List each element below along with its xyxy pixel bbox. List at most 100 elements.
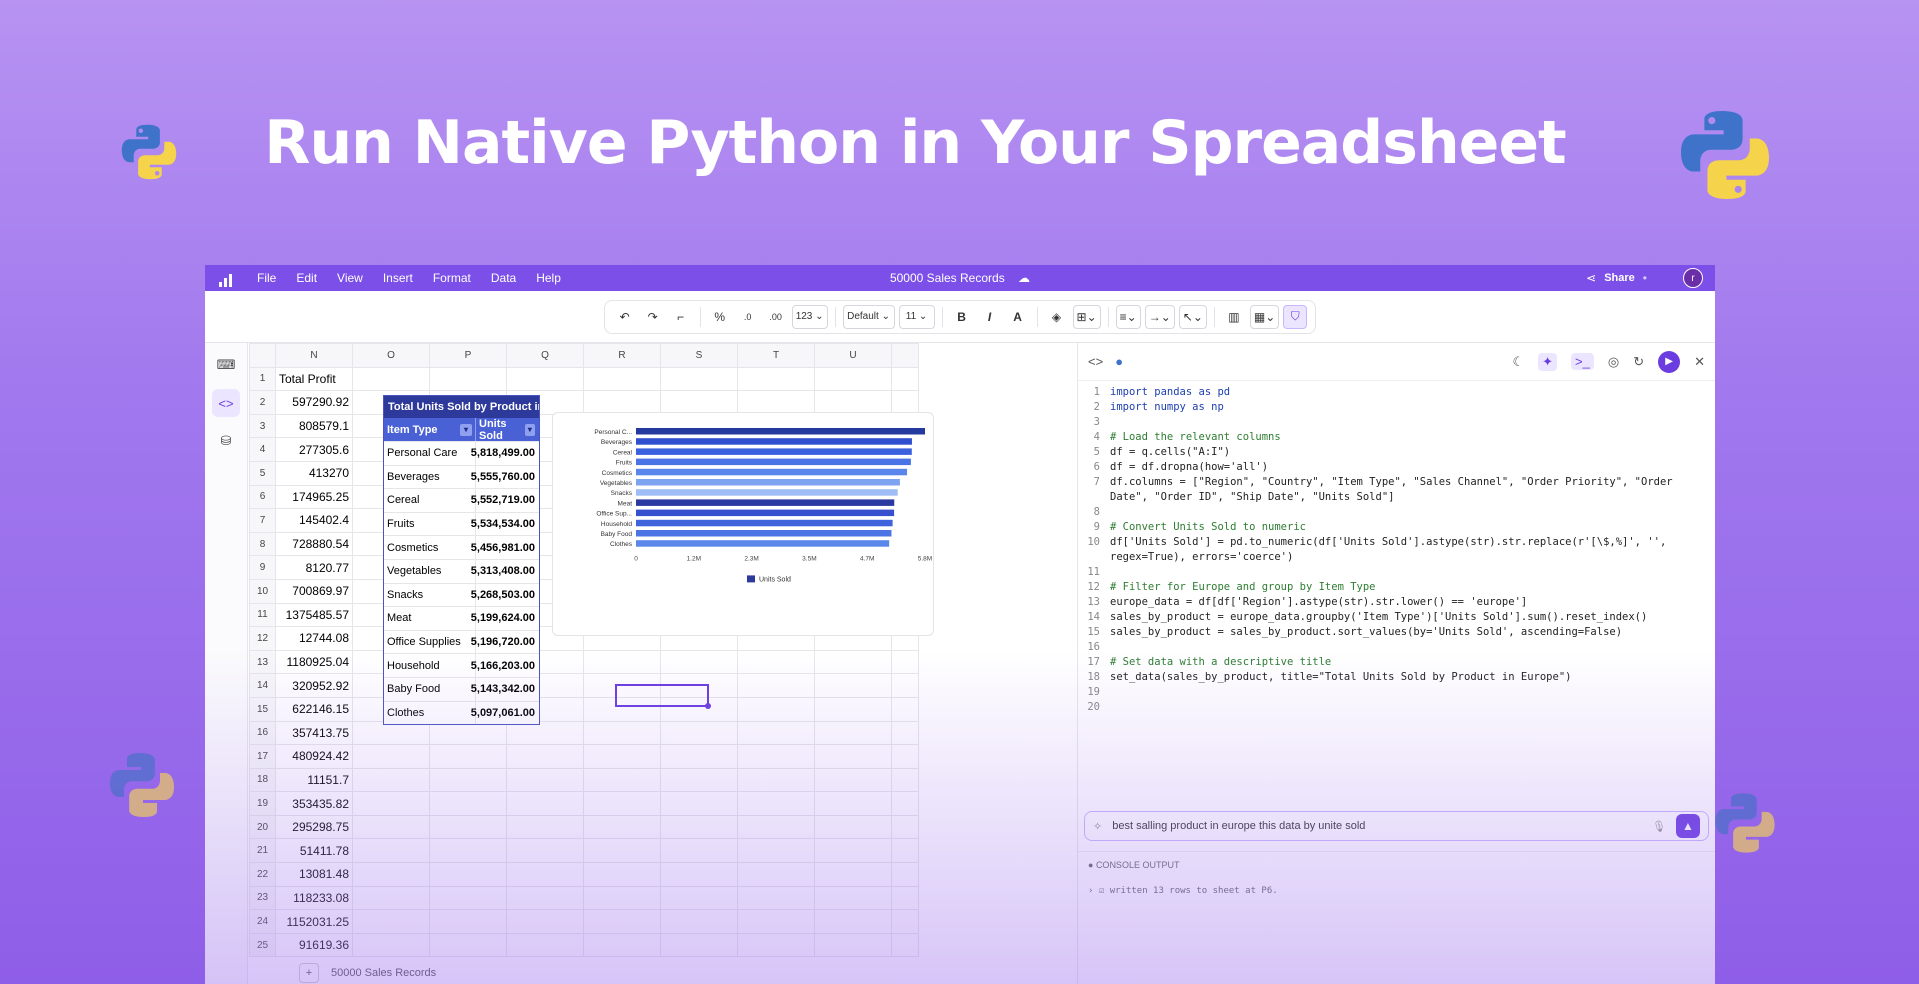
chart-icon[interactable]: ▥	[1222, 305, 1246, 329]
undo-icon[interactable]: ↶	[613, 305, 637, 329]
cell[interactable]	[814, 649, 892, 675]
chevron-down-icon[interactable]: ▾	[460, 423, 472, 436]
menu-view[interactable]: View	[337, 271, 363, 285]
cell[interactable]	[429, 838, 507, 864]
cell[interactable]	[814, 814, 892, 840]
cell[interactable]	[891, 909, 919, 934]
cell[interactable]	[429, 909, 507, 934]
pivot-table[interactable]: Total Units Sold by Product in Europe It…	[383, 395, 540, 726]
cell[interactable]	[737, 649, 815, 675]
cell[interactable]	[737, 696, 815, 722]
cell[interactable]	[737, 932, 815, 958]
pivot-row[interactable]: Snacks 5,268,503.00	[384, 582, 539, 607]
row-number[interactable]: 12	[249, 626, 276, 651]
sheet-tab[interactable]: 50000 Sales Records	[331, 967, 436, 979]
cell[interactable]	[737, 366, 815, 392]
cell[interactable]	[660, 366, 738, 392]
chevron-down-icon[interactable]: ▾	[524, 423, 535, 436]
row-number[interactable]: 18	[249, 767, 276, 793]
cell[interactable]	[891, 814, 919, 840]
cell[interactable]: 357413.75	[275, 720, 353, 746]
text-color-icon[interactable]: A	[1006, 305, 1030, 329]
cell[interactable]	[737, 673, 815, 698]
cell[interactable]	[352, 791, 430, 816]
cell[interactable]: 622146.15	[275, 696, 353, 722]
percent-icon[interactable]: %	[708, 305, 732, 329]
cell[interactable]	[506, 932, 584, 958]
cell[interactable]	[737, 885, 815, 911]
row-number[interactable]: 16	[249, 720, 276, 746]
cell[interactable]	[429, 791, 507, 816]
menu-file[interactable]: File	[257, 271, 276, 285]
pivot-row[interactable]: Beverages 5,555,760.00	[384, 464, 539, 489]
cell[interactable]	[891, 366, 919, 392]
cell[interactable]	[891, 791, 919, 816]
code-editor[interactable]: 1 import pandas as pd 2 import numpy as np 3…	[1078, 383, 1715, 713]
microphone-icon[interactable]: 🎙	[1652, 820, 1666, 833]
cell[interactable]	[506, 862, 584, 887]
cell[interactable]: 413270	[275, 460, 353, 486]
terminal-icon[interactable]: >_	[1571, 353, 1594, 370]
cell[interactable]	[814, 696, 892, 722]
cell[interactable]	[814, 744, 892, 769]
number-format-select[interactable]: 123 ⌄	[791, 304, 828, 329]
row-number[interactable]: 3	[249, 413, 276, 439]
selected-cell[interactable]	[615, 684, 711, 709]
cell[interactable]: 118233.08	[275, 885, 353, 911]
cell[interactable]	[506, 767, 584, 793]
pivot-row[interactable]: Baby Food 5,143,342.00	[384, 676, 539, 701]
cell[interactable]	[660, 885, 738, 911]
row-number[interactable]: 4	[249, 437, 276, 462]
cell[interactable]	[583, 767, 661, 793]
cell[interactable]	[506, 791, 584, 816]
cell[interactable]	[814, 862, 892, 887]
cell[interactable]	[737, 767, 815, 793]
cell[interactable]	[814, 909, 892, 934]
cell[interactable]	[891, 862, 919, 887]
cell[interactable]	[352, 909, 430, 934]
cell[interactable]	[583, 932, 661, 958]
column-header[interactable]: Q	[506, 343, 584, 368]
cell[interactable]	[583, 862, 661, 887]
cell[interactable]	[891, 885, 919, 911]
cell[interactable]: 174965.25	[275, 484, 353, 510]
paint-format-icon[interactable]: ⌐	[669, 305, 693, 329]
cell[interactable]	[506, 885, 584, 911]
menu-help[interactable]: Help	[536, 271, 561, 285]
cell[interactable]	[891, 767, 919, 793]
menu-insert[interactable]: Insert	[383, 271, 413, 285]
cell[interactable]	[737, 720, 815, 746]
ai-assistant-icon[interactable]: ⌨	[212, 351, 240, 379]
text-wrap-icon[interactable]: →⌄	[1144, 304, 1175, 329]
column-header[interactable]: N	[275, 343, 353, 368]
column-header[interactable]: P	[429, 343, 507, 368]
cell[interactable]	[814, 767, 892, 793]
cell[interactable]	[352, 814, 430, 840]
row-number[interactable]: 9	[249, 555, 276, 580]
cell[interactable]	[660, 862, 738, 887]
menu-edit[interactable]: Edit	[296, 271, 317, 285]
row-number[interactable]: 11	[249, 602, 276, 628]
cell[interactable]	[814, 838, 892, 864]
cell[interactable]	[660, 814, 738, 840]
cell[interactable]	[352, 862, 430, 887]
cell[interactable]	[814, 791, 892, 816]
cell[interactable]	[583, 744, 661, 769]
cell[interactable]	[660, 720, 738, 746]
decimal-increase-icon[interactable]: .00	[764, 305, 788, 329]
row-number[interactable]: 23	[249, 885, 276, 911]
run-button[interactable]: ▶	[1658, 350, 1681, 373]
cell[interactable]	[660, 390, 738, 415]
cell[interactable]	[506, 838, 584, 864]
cell[interactable]	[583, 720, 661, 746]
cell[interactable]	[660, 744, 738, 769]
cell[interactable]: 597290.92	[275, 390, 353, 415]
column-header[interactable]: U	[814, 343, 892, 368]
cell[interactable]: 320952.92	[275, 673, 353, 698]
cell[interactable]: 1180925.04	[275, 649, 353, 675]
cell[interactable]	[352, 767, 430, 793]
cell[interactable]	[891, 838, 919, 864]
cell[interactable]	[506, 909, 584, 934]
database-icon[interactable]: ⛁	[212, 427, 240, 455]
cell[interactable]	[737, 744, 815, 769]
